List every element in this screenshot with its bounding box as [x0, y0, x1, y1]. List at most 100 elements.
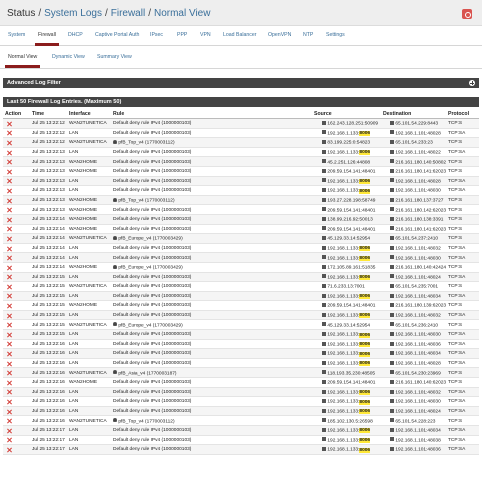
block-icon[interactable] [7, 294, 12, 299]
log-rule[interactable]: pfB_Europe_v4 (1770003429) [113, 322, 183, 328]
block-icon[interactable] [7, 208, 12, 213]
destination-info-icon[interactable] [390, 283, 394, 288]
log-source[interactable]: 192.168.1.133:8006 [322, 399, 371, 405]
log-destination[interactable]: 65.101.54.237:2410 [390, 236, 438, 242]
destination-info-icon[interactable] [390, 120, 394, 125]
log-rule[interactable]: Default deny rule IPv4 (1000000103) [113, 217, 191, 222]
column-action[interactable]: Action [5, 111, 21, 117]
log-destination[interactable]: 192.168.1.101:48036 [390, 341, 441, 347]
destination-info-icon[interactable] [390, 351, 394, 356]
log-destination[interactable]: 192.168.1.101:48034 [390, 293, 441, 299]
column-rule[interactable]: Rule [113, 111, 124, 117]
block-icon[interactable] [7, 409, 12, 414]
destination-info-icon[interactable] [390, 245, 394, 250]
destination-info-icon[interactable] [390, 236, 394, 241]
source-info-icon[interactable] [322, 197, 326, 202]
log-source[interactable]: 162.243.128.251:50909 [322, 120, 378, 126]
block-icon[interactable] [7, 428, 12, 433]
source-info-icon[interactable] [322, 216, 326, 221]
destination-info-icon[interactable] [390, 207, 394, 212]
block-icon[interactable] [7, 371, 12, 376]
log-destination[interactable]: 192.168.1.101:48028 [390, 130, 441, 136]
column-time[interactable]: Time [32, 111, 44, 117]
log-rule[interactable]: Default deny rule IPv4 (1000000103) [113, 428, 191, 433]
log-rule[interactable]: Default deny rule IPv4 (1000000103) [113, 438, 191, 443]
destination-info-icon[interactable] [390, 264, 394, 269]
block-icon[interactable] [7, 227, 12, 232]
log-destination[interactable]: 192.168.1.101:48024 [390, 408, 441, 414]
breadcrumb-system-logs[interactable]: System Logs [44, 8, 102, 19]
source-info-icon[interactable] [322, 322, 326, 327]
log-destination[interactable]: 192.168.1.101:48030 [390, 331, 441, 338]
block-icon[interactable] [7, 265, 12, 270]
source-info-icon[interactable] [322, 437, 326, 442]
destination-info-icon[interactable] [390, 379, 394, 384]
log-destination[interactable]: 216.161.180.142:62023 [390, 207, 446, 213]
log-rule[interactable]: Default deny rule IPv4 (1000000103) [113, 390, 191, 395]
block-icon[interactable] [7, 131, 12, 136]
log-destination[interactable]: 65.101.54.235:7001 [390, 283, 438, 290]
block-icon[interactable] [7, 352, 12, 357]
log-source[interactable]: 192.168.1.133:8006 [322, 312, 371, 319]
destination-info-icon[interactable] [390, 360, 394, 365]
log-rule[interactable]: pfB_Europe_v4 (1770003429) [113, 236, 183, 242]
tab-ntp[interactable]: NTP [303, 32, 313, 38]
destination-info-icon[interactable] [390, 399, 394, 404]
log-rule[interactable]: Default deny rule IPv4 (1000000103) [113, 160, 191, 165]
source-info-icon[interactable] [322, 274, 326, 279]
block-icon[interactable] [7, 304, 12, 309]
tab-load-balancer[interactable]: Load Balancer [223, 32, 256, 38]
block-icon[interactable] [7, 217, 12, 222]
log-source[interactable]: 45.2.251.126:44808 [322, 159, 370, 165]
log-rule[interactable]: Default deny rule IPv4 (1000000103) [113, 188, 191, 193]
log-rule[interactable]: Default deny rule IPv4 (1000000103) [113, 246, 191, 251]
log-source[interactable]: 192.168.1.133:8006 [322, 447, 371, 453]
log-destination[interactable]: 216.161.180.140:50802 [390, 159, 446, 165]
log-source[interactable]: 192.168.1.133:8006 [322, 274, 371, 280]
log-source[interactable]: 45.129.33.14:52954 [322, 322, 370, 328]
log-source[interactable]: 192.168.1.133:8006 [322, 351, 371, 357]
source-info-icon[interactable] [322, 331, 326, 336]
log-destination[interactable]: 192.168.1.101:48032 [390, 245, 441, 251]
source-info-icon[interactable] [322, 130, 326, 135]
log-destination[interactable]: 192.168.1.101:48030 [390, 399, 441, 405]
source-info-icon[interactable] [322, 178, 326, 183]
block-icon[interactable] [7, 380, 12, 385]
log-destination[interactable]: 216.161.180.137:3727 [390, 197, 443, 203]
log-rule[interactable]: Default deny rule IPv4 (1000000103) [113, 409, 191, 414]
log-source[interactable]: 192.168.1.133:8006 [322, 255, 371, 261]
log-destination[interactable]: 65.101.54.236:2410 [390, 322, 438, 328]
log-destination[interactable]: 65.101.54.228:223 [390, 418, 435, 424]
block-icon[interactable] [7, 438, 12, 443]
tab-captive-portal-auth[interactable]: Captive Portal Auth [95, 32, 139, 38]
source-info-icon[interactable] [322, 207, 326, 212]
log-rule[interactable]: Default deny rule IPv4 (1000000103) [113, 150, 191, 155]
log-rule[interactable]: Default deny rule IPv4 (1000000103) [113, 342, 191, 347]
source-info-icon[interactable] [322, 389, 326, 394]
block-icon[interactable] [7, 323, 12, 328]
log-destination[interactable]: 192.168.1.101:48030 [390, 188, 441, 194]
log-source[interactable]: 192.168.1.133:8006 [322, 360, 371, 367]
log-rule[interactable]: Default deny rule IPv4 (1000000103) [113, 351, 191, 356]
log-source[interactable]: 138.99.216.92:50013 [322, 216, 373, 222]
plus-circle-icon[interactable] [469, 80, 475, 86]
log-destination[interactable]: 216.161.180.138:3391 [390, 216, 443, 222]
help-icon[interactable] [462, 9, 472, 19]
block-icon[interactable] [7, 275, 12, 280]
destination-info-icon[interactable] [390, 331, 394, 336]
log-rule[interactable]: Default deny rule IPv4 (1000000103) [113, 275, 191, 280]
log-destination[interactable]: 192.168.1.101:48036 [390, 447, 441, 453]
log-rule[interactable]: Default deny rule IPv4 (1000000103) [113, 380, 191, 385]
tab-vpn[interactable]: VPN [200, 32, 211, 38]
destination-info-icon[interactable] [390, 130, 394, 135]
log-rule[interactable]: pfB_Europe_v4 (1770003429) [113, 264, 183, 270]
source-info-icon[interactable] [322, 408, 326, 413]
source-info-icon[interactable] [322, 140, 326, 145]
destination-info-icon[interactable] [390, 255, 394, 260]
log-destination[interactable]: 192.168.1.101:48032 [390, 312, 441, 318]
destination-info-icon[interactable] [390, 312, 394, 317]
source-info-icon[interactable] [322, 255, 326, 260]
destination-info-icon[interactable] [390, 447, 394, 452]
tab-dhcp[interactable]: DHCP [68, 32, 83, 38]
destination-info-icon[interactable] [390, 188, 394, 193]
